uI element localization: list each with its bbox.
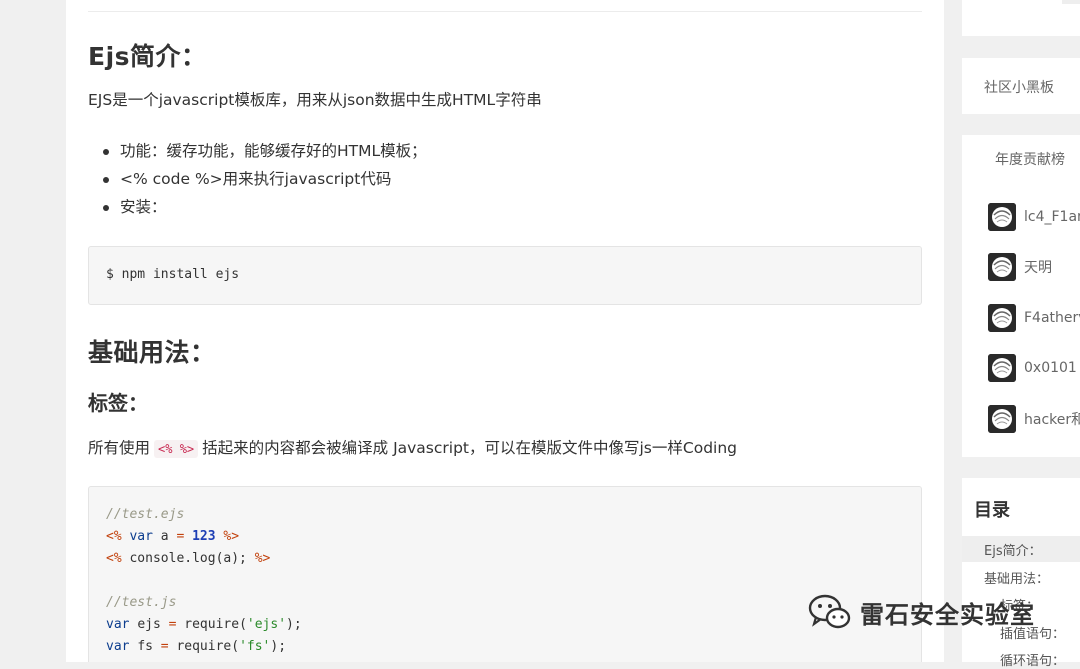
- tags-text-pre: 所有使用: [88, 439, 151, 457]
- toc-item-ejs-intro[interactable]: Ejs简介：: [984, 540, 1042, 559]
- code-line: var ejs = require('ejs');: [106, 617, 302, 632]
- heading-tags: 标签：: [88, 391, 148, 415]
- code-line: <% var a = 123 %>: [106, 529, 240, 544]
- sidebar-top-card: [962, 0, 1080, 36]
- list-item: 功能：缓存功能，能够缓存好的HTML模板；: [88, 137, 427, 165]
- ranking-title: 年度贡献榜: [995, 152, 1065, 168]
- ranking-name[interactable]: 0x0101: [1024, 360, 1077, 376]
- toc-title: 目录: [974, 500, 1010, 521]
- ranking-item[interactable]: F4atherv: [988, 303, 1080, 333]
- community-board-title[interactable]: 社区小黑板: [984, 77, 1054, 97]
- code-line: //test.ejs: [106, 507, 185, 522]
- ranking-item[interactable]: 0x0101: [988, 353, 1077, 383]
- wechat-icon: [808, 594, 851, 629]
- avatar: [988, 253, 1016, 281]
- install-code-block[interactable]: $ npm install ejs: [88, 246, 922, 305]
- toc-item-loop[interactable]: 循环语句：: [1000, 650, 1065, 669]
- inline-code-tag: <% %>: [154, 440, 199, 458]
- ranking-item[interactable]: 天明: [988, 252, 1052, 282]
- ranking-card: 年度贡献榜 lc4_F1an 天明 F4atherv 0x0101 hacker…: [962, 135, 1080, 457]
- ranking-item[interactable]: lc4_F1an: [988, 202, 1080, 232]
- tags-text-post: 括起来的内容都会被编译成 Javascript，可以在模版文件中像写js一样Co…: [202, 439, 737, 457]
- code-line: //test.js: [106, 595, 177, 610]
- toc-card: 目录 Ejs简介： 基础用法： 标签： 插值语句： 循环语句：: [962, 478, 1080, 669]
- article-panel: Ejs简介： EJS是一个javascript模板库，用来从json数据中生成H…: [66, 0, 944, 662]
- divider: [88, 11, 922, 12]
- example-code-block[interactable]: //test.ejs <% var a = 123 %> <% console.…: [88, 486, 922, 662]
- intro-paragraph: EJS是一个javascript模板库，用来从json数据中生成HTML字符串: [88, 91, 542, 109]
- ranking-name[interactable]: hacker和: [1024, 409, 1080, 429]
- heading-basic-usage: 基础用法：: [88, 338, 216, 367]
- card-edge: [1062, 0, 1080, 4]
- install-command: $ npm install ejs: [106, 267, 240, 282]
- toc-item-basic-usage[interactable]: 基础用法：: [984, 568, 1049, 587]
- avatar-icon: [988, 304, 1016, 332]
- avatar-icon: [988, 405, 1016, 433]
- avatar-icon: [988, 354, 1016, 382]
- code-line: <% console.log(a); %>: [106, 551, 271, 566]
- community-board-card[interactable]: 社区小黑板: [962, 58, 1080, 114]
- feature-list: 功能：缓存功能，能够缓存好的HTML模板； <% code %>用来执行java…: [88, 137, 427, 221]
- watermark-text: 雷石安全实验室: [860, 600, 1035, 629]
- ranking-name[interactable]: F4atherv: [1024, 310, 1080, 326]
- list-item: 安装：: [88, 193, 427, 221]
- avatar: [988, 354, 1016, 382]
- avatar-icon: [988, 253, 1016, 281]
- avatar-icon: [988, 203, 1016, 231]
- tags-paragraph: 所有使用 <% %> 括起来的内容都会被编译成 Javascript，可以在模版文件…: [88, 436, 737, 458]
- code-line: var fs = require('fs');: [106, 639, 287, 654]
- avatar: [988, 405, 1016, 433]
- ranking-item[interactable]: hacker和: [988, 404, 1080, 434]
- ranking-name[interactable]: 天明: [1024, 257, 1052, 277]
- list-item: <% code %>用来执行javascript代码: [88, 165, 427, 193]
- avatar: [988, 203, 1016, 231]
- watermark: 雷石安全实验室: [808, 590, 1035, 634]
- avatar: [988, 304, 1016, 332]
- heading-ejs-intro: Ejs简介：: [88, 42, 207, 71]
- ranking-name[interactable]: lc4_F1an: [1024, 209, 1080, 225]
